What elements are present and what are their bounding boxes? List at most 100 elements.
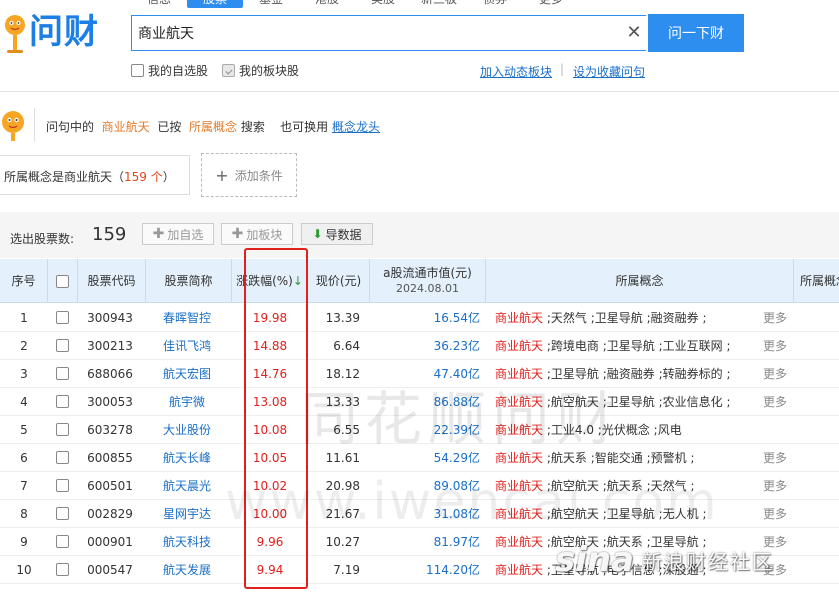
checkbox-icon[interactable] <box>131 64 144 77</box>
concept-tag[interactable]: 卫星导航 <box>595 311 643 325</box>
concept-tag[interactable]: 转融券标的 <box>663 367 723 381</box>
concept-tag[interactable]: 商业航天 <box>495 311 543 325</box>
concept-tag[interactable]: 航空航天 <box>551 479 599 493</box>
stock-name-link[interactable]: 大业股份 <box>146 416 228 444</box>
tab-hk-stocks[interactable]: 港股 <box>299 0 355 8</box>
save-favorite-query-link[interactable]: 设为收藏问句 <box>573 63 645 80</box>
row-checkbox[interactable] <box>56 535 69 548</box>
stock-name-link[interactable]: 春晖智控 <box>146 304 228 332</box>
concept-tag[interactable]: 卫星导航 <box>551 563 599 577</box>
add-dynamic-sector-link[interactable]: 加入动态板块 <box>480 63 552 80</box>
concept-tag[interactable]: 电子信息 <box>607 563 655 577</box>
row-checkbox[interactable] <box>56 563 69 576</box>
checkbox-icon[interactable] <box>222 64 235 77</box>
concept-tag[interactable]: 卫星导航 <box>607 507 655 521</box>
row-checkbox[interactable] <box>56 479 69 492</box>
table-row[interactable]: 1 300943 春晖智控 19.98 13.39 16.54亿 商业航天 ;天然气 ;卫星… <box>0 304 839 332</box>
concept-tag[interactable]: 光伏概念 <box>602 423 650 437</box>
condition-tag[interactable]: 所属概念是商业航天（159 个） <box>4 168 175 185</box>
concept-tag[interactable]: 天然气 <box>651 479 687 493</box>
concept-tag[interactable]: 商业航天 <box>495 479 543 493</box>
row-checkbox[interactable] <box>56 423 69 436</box>
concept-tag[interactable]: 工业4.0 <box>551 423 594 437</box>
concept-tag[interactable]: 卫星导航 <box>607 339 655 353</box>
more-link[interactable]: 更多 <box>760 360 790 388</box>
table-row[interactable]: 3 688066 航天宏图 14.76 18.12 47.40亿 商业航天 ;卫星导航 ;融… <box>0 360 839 388</box>
concept-tag[interactable]: 航天系 <box>607 479 643 493</box>
concept-tag[interactable]: 天然气 <box>551 311 587 325</box>
sector-checkbox[interactable]: 我的板块股 <box>222 62 299 79</box>
concept-tag[interactable]: 商业航天 <box>495 451 543 465</box>
concept-tag[interactable]: 商业航天 <box>495 367 543 381</box>
tab-more[interactable]: 更多 <box>523 0 579 8</box>
concept-tag[interactable]: 商业航天 <box>495 339 543 353</box>
row-checkbox[interactable] <box>56 507 69 520</box>
concept-tag[interactable]: 预警机 <box>651 451 687 465</box>
col-concept-2[interactable]: 所属概念 <box>794 259 839 303</box>
row-checkbox[interactable] <box>56 451 69 464</box>
concept-tag[interactable]: 工业互联网 <box>663 339 723 353</box>
add-condition-button[interactable]: + 添加条件 <box>201 153 297 197</box>
row-checkbox[interactable] <box>56 395 69 408</box>
col-code[interactable]: 股票代码 <box>78 259 146 303</box>
sort-desc-icon[interactable]: ↓ <box>293 274 303 288</box>
concept-tag[interactable]: 卫星导航 <box>607 395 655 409</box>
col-concept[interactable]: 所属概念 <box>486 259 794 303</box>
more-link[interactable]: 更多 <box>760 500 790 528</box>
concept-tag[interactable]: 无人机 <box>663 507 699 521</box>
table-row[interactable]: 5 603278 大业股份 10.08 6.55 22.39亿 商业航天 ;工业4.0 ;光… <box>0 416 839 444</box>
row-checkbox[interactable] <box>56 339 69 352</box>
stock-name-link[interactable]: 航天发展 <box>146 556 228 584</box>
concept-tag[interactable]: 商业航天 <box>495 423 543 437</box>
table-row[interactable]: 10 000547 航天发展 9.94 7.19 114.20亿 商业航天 ;卫星导航 ;电… <box>0 556 839 584</box>
concept-tag[interactable]: 航空航天 <box>551 507 599 521</box>
more-link[interactable]: 更多 <box>760 444 790 472</box>
concept-leader-link[interactable]: 概念龙头 <box>332 120 380 134</box>
table-row[interactable]: 2 300213 佳讯飞鸿 14.88 6.64 36.23亿 商业航天 ;跨境电商 ;卫星… <box>0 332 839 360</box>
select-all-checkbox[interactable] <box>56 274 69 288</box>
concept-tag[interactable]: 卫星导航 <box>651 535 699 549</box>
tab-bonds[interactable]: 债券 <box>467 0 523 8</box>
concept-tag[interactable]: 风电 <box>658 423 682 437</box>
concept-tag[interactable]: 卫星导航 <box>551 367 599 381</box>
stock-name-link[interactable]: 佳讯飞鸿 <box>146 332 228 360</box>
stock-name-link[interactable]: 星网宇达 <box>146 500 228 528</box>
more-link[interactable]: 更多 <box>760 472 790 500</box>
tab-us-stocks[interactable]: 美股 <box>355 0 411 8</box>
tab-info[interactable]: 信息 <box>131 0 187 8</box>
concept-tag[interactable]: 商业航天 <box>495 395 543 409</box>
col-change[interactable]: 涨跌幅(%)↓ <box>232 259 308 303</box>
stock-name-link[interactable]: 航天晨光 <box>146 472 228 500</box>
concept-tag[interactable]: 跨境电商 <box>551 339 599 353</box>
close-icon[interactable]: ✕ <box>624 23 644 43</box>
more-link[interactable]: 更多 <box>760 304 790 332</box>
add-watchlist-button[interactable]: ✚ 加自选 <box>142 223 214 245</box>
stock-name-link[interactable]: 航天长峰 <box>146 444 228 472</box>
stock-name-link[interactable]: 航天科技 <box>146 528 228 556</box>
concept-tag[interactable]: 航天系 <box>551 451 587 465</box>
concept-tag[interactable]: 深股通 <box>663 563 699 577</box>
concept-tag[interactable]: 融资融券 <box>607 367 655 381</box>
tab-neeq[interactable]: 新三板 <box>411 0 467 8</box>
concept-tag[interactable]: 商业航天 <box>495 563 543 577</box>
add-sector-button[interactable]: ✚ 加板块 <box>221 223 293 245</box>
more-link[interactable]: 更多 <box>760 556 790 584</box>
table-row[interactable]: 9 000901 航天科技 9.96 10.27 81.97亿 商业航天 ;航空航天 ;航天… <box>0 528 839 556</box>
tab-stocks[interactable]: 股票 <box>187 0 243 8</box>
concept-tag[interactable]: 融资融券 <box>651 311 699 325</box>
stock-name-link[interactable]: 航天宏图 <box>146 360 228 388</box>
concept-tag[interactable]: 智能交通 <box>595 451 643 465</box>
stock-name-link[interactable]: 航宇微 <box>146 388 228 416</box>
search-input[interactable] <box>132 16 612 50</box>
concept-tag[interactable]: 商业航天 <box>495 535 543 549</box>
watchlist-checkbox[interactable]: 我的自选股 <box>131 62 208 79</box>
export-data-button[interactable]: ⬇ 导数据 <box>301 223 373 245</box>
concept-tag[interactable]: 商业航天 <box>495 507 543 521</box>
more-link[interactable]: 更多 <box>760 528 790 556</box>
concept-tag[interactable]: 农业信息化 <box>663 395 723 409</box>
concept-tag[interactable]: 航空航天 <box>551 395 599 409</box>
table-row[interactable]: 8 002829 星网宇达 10.00 21.67 31.08亿 商业航天 ;航空航天 ;卫… <box>0 500 839 528</box>
wencai-logo[interactable]: 问财 <box>2 8 106 56</box>
table-row[interactable]: 6 600855 航天长峰 10.05 11.61 54.29亿 商业航天 ;航天系 ;智能… <box>0 444 839 472</box>
row-checkbox[interactable] <box>56 367 69 380</box>
